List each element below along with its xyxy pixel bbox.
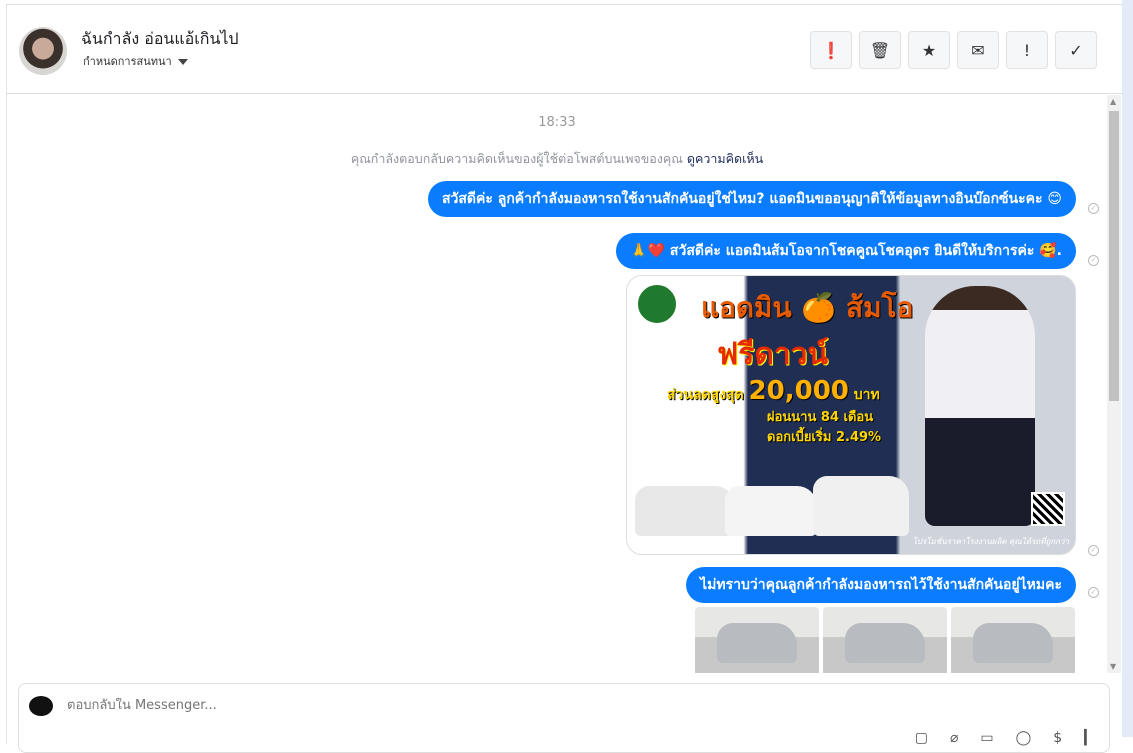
car-photo-thumbnail[interactable] [823,607,947,673]
check-icon: ✓ [1069,40,1083,60]
promo-discount: ส่วนลดสูงสุด 20,000 บาท [667,376,880,406]
promo-image[interactable]: แอดมิน 🍊 ส้มโอ ฟรีดาวน์ ส่วนลดสูงสุด 20,… [626,275,1076,555]
promo-terms: ผ่อนนาน 84 เดือนดอกเบี้ยเริ่ม 2.49% [767,408,881,448]
payment-icon[interactable]: $ [1053,730,1062,746]
conversation-settings-dropdown[interactable]: กำหนดการสนทนา [83,52,188,70]
delete-button[interactable]: 🗑 [859,31,901,69]
header-actions: ❗ 🗑 ★ ✉ ! ✓ [810,31,1097,69]
envelope-icon: ✉ [971,40,985,60]
timestamp: 18:33 [538,115,576,130]
message-bubble[interactable]: ไม่ทราบว่าคุณลูกค้ากำลังมองหารถไว้ใช้งาน… [686,567,1076,603]
conversation-header: ฉันกำลัง อ่อนแอ้เกินไป กำหนดการสนทนา ❗ 🗑… [7,5,1123,94]
attachment-icon[interactable]: ▢ [915,730,928,746]
dealer-logo [635,282,679,326]
trash-icon: 🗑 [869,40,891,60]
car-image [813,476,909,536]
conversation-settings-label: กำหนดการสนทนา [83,55,172,68]
like-icon[interactable]: ▎ [1084,730,1095,746]
scroll-down-icon[interactable]: ▼ [1110,662,1116,671]
qr-code [1031,492,1065,526]
avatar[interactable] [19,27,67,75]
reply-notice: คุณกำลังตอบกลับความคิดเห็นของผู้ใช้ต่อโพ… [7,149,1107,169]
follow-up-button[interactable]: ! [1006,31,1048,69]
paperclip-icon[interactable]: ⌀ [950,730,958,746]
car-photo-thumbnail[interactable] [951,607,1075,673]
sent-check-icon: ✓ [1088,255,1099,266]
caret-down-icon [177,59,188,65]
contact-name[interactable]: ฉันกำลัง อ่อนแอ้เกินไป [81,27,239,52]
discount-label: ส่วนลดสูงสุด [667,387,744,403]
discount-amount: 20,000 [748,376,849,406]
reply-input[interactable] [67,698,967,713]
conversation-panel: ฉันกำลัง อ่อนแอ้เกินไป กำหนดการสนทนา ❗ 🗑… [6,4,1123,744]
installment-text: ผ่อนนาน 84 เดือน [767,410,874,425]
sent-check-icon: ✓ [1088,545,1099,556]
scrollbar[interactable]: ▲ ▼ [1107,95,1121,673]
window-edge [1122,0,1133,737]
message-bubble[interactable]: สวัสดีค่ะ ลูกค้ากำลังมองหารถใช้งานสักคัน… [427,181,1076,217]
message-list: 18:33 คุณกำลังตอบกลับความคิดเห็นของผู้ใช… [7,95,1123,673]
spam-button[interactable]: ❗ [810,31,852,69]
car-image [635,486,735,536]
gif-icon[interactable]: ▭ [980,730,993,746]
car-image [725,486,817,536]
exclamation-icon: ! [1023,40,1031,60]
interest-text: ดอกเบี้ยเริ่ม 2.49% [767,430,882,445]
image-attachments [695,607,1075,673]
star-icon: ★ [921,40,937,60]
notice-text: คุณกำลังตอบกลับความคิดเห็นของผู้ใช้ต่อโพ… [350,151,683,166]
promo-headline: ฟรีดาวน์ [717,337,829,372]
page-avatar [29,696,53,716]
person-photo [925,286,1035,526]
star-button[interactable]: ★ [908,31,950,69]
sent-check-icon: ✓ [1088,587,1099,598]
mark-unread-button[interactable]: ✉ [957,31,999,69]
emoji-icon[interactable]: ◯ [1016,730,1032,746]
discount-unit: บาท [853,387,880,403]
scrollbar-thumb[interactable] [1109,111,1119,401]
car-photo-thumbnail[interactable] [695,607,819,673]
sent-check-icon: ✓ [1088,203,1099,214]
view-comment-link[interactable]: ดูความคิดเห็น [687,151,763,166]
alert-circle-icon: ❗ [821,40,841,60]
promo-footer: โปรโมชั่นราคาโรงงานผลิต คุณได้รถที่ถูกกว… [912,537,1069,546]
mark-done-button[interactable]: ✓ [1055,31,1097,69]
composer-tools: ▢ ⌀ ▭ ◯ $ ▎ [915,730,1095,746]
reply-composer: ▢ ⌀ ▭ ◯ $ ▎ [18,683,1110,753]
promo-title: แอดมิน 🍊 ส้มโอ [701,291,914,324]
message-bubble[interactable]: 🙏❤️ สวัสดีค่ะ แอดมินส้มโอจากโชคคูณโชคอุด… [616,233,1076,269]
scroll-up-icon[interactable]: ▲ [1110,97,1116,106]
